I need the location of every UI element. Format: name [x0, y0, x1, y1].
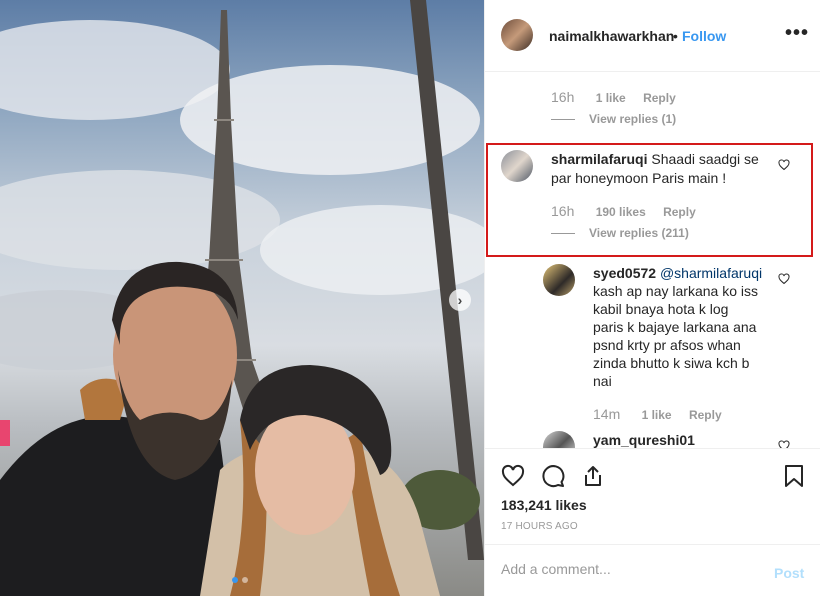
comment-likes[interactable]: 190 likes: [596, 205, 646, 219]
view-replies-label: View replies (1): [589, 112, 677, 126]
reply-cutoff: yam_qureshi01: [485, 425, 820, 448]
reply-meta: 14m 1 like Reply: [593, 406, 722, 422]
bookmark-icon[interactable]: [783, 464, 805, 488]
comment-input[interactable]: [499, 560, 753, 578]
heart-icon[interactable]: [778, 159, 790, 171]
view-replies-button[interactable]: View replies (1): [551, 112, 676, 126]
carousel-dot-active: [232, 577, 238, 583]
follow-button[interactable]: Follow: [682, 28, 726, 44]
carousel-dot: [242, 577, 248, 583]
reply-body: syed0572 @sharmilafaruqi kash ap nay lar…: [593, 264, 773, 390]
reply-text-line: zinda bhutto k siwa kch b: [593, 355, 750, 371]
author-avatar[interactable]: [501, 19, 533, 51]
reply-button[interactable]: Reply: [643, 91, 676, 105]
heart-icon[interactable]: [501, 464, 525, 488]
carousel-indicator: [232, 577, 248, 583]
commenter-avatar[interactable]: [501, 150, 533, 182]
reply-text-line: psnd krty pr afsos whan: [593, 337, 741, 353]
reply-likes[interactable]: 1 like: [642, 408, 672, 422]
author-username[interactable]: naimalkhawarkhan: [549, 28, 674, 44]
view-replies-button[interactable]: View replies (211): [551, 226, 689, 240]
reply-username[interactable]: yam_qureshi01: [593, 431, 695, 448]
post-side-panel: naimalkhawarkhan • Follow ••• 16h 1 like…: [484, 0, 820, 596]
post-likes-count[interactable]: 183,241 likes: [501, 497, 587, 513]
reply-mention[interactable]: @sharmilafaruqi: [660, 265, 762, 281]
comment-likes[interactable]: 1 like: [596, 91, 626, 105]
post-photo[interactable]: ›: [0, 0, 484, 596]
comment-icon[interactable]: [541, 464, 565, 488]
reply-time[interactable]: 14m: [593, 406, 620, 422]
chevron-right-icon: ›: [457, 292, 463, 308]
reply-text-line: nai: [593, 373, 612, 389]
commenter-avatar[interactable]: [543, 431, 575, 448]
heart-icon[interactable]: [778, 273, 790, 285]
comment-meta: 16h 1 like Reply: [551, 89, 676, 105]
comment-body: sharmilafaruqi Shaadi saadgi se par hone…: [551, 150, 771, 188]
add-comment-bar: Post: [485, 544, 820, 596]
post-timestamp[interactable]: 17 HOURS AGO: [501, 521, 578, 532]
replies-line: [551, 233, 575, 235]
heart-icon[interactable]: [778, 440, 790, 448]
comment-meta: 16h 190 likes Reply: [551, 203, 696, 219]
comment-time[interactable]: 16h: [551, 203, 574, 219]
next-photo-button[interactable]: ›: [449, 289, 471, 311]
reply-username[interactable]: syed0572: [593, 265, 656, 281]
post-comment-button[interactable]: Post: [774, 565, 804, 581]
share-icon[interactable]: [581, 464, 605, 488]
comment-time[interactable]: 16h: [551, 89, 574, 105]
more-options-icon[interactable]: •••: [785, 22, 809, 45]
commenter-avatar[interactable]: [543, 264, 575, 296]
post-actions: [485, 448, 820, 488]
reply-text-line: kabil bnaya hota k log: [593, 301, 729, 317]
replies-line: [551, 119, 575, 121]
photo-illustration: [0, 0, 484, 596]
reply-text-line: paris k bajaye larkana ana: [593, 319, 757, 335]
post-header: naimalkhawarkhan • Follow •••: [485, 0, 820, 72]
reply-button[interactable]: Reply: [689, 408, 722, 422]
reply-button[interactable]: Reply: [663, 205, 696, 219]
view-replies-label: View replies (211): [589, 226, 689, 240]
header-separator: •: [673, 28, 678, 44]
reply-text-line: kash ap nay larkana ko iss: [593, 283, 758, 299]
comment-username[interactable]: sharmilafaruqi: [551, 151, 647, 167]
